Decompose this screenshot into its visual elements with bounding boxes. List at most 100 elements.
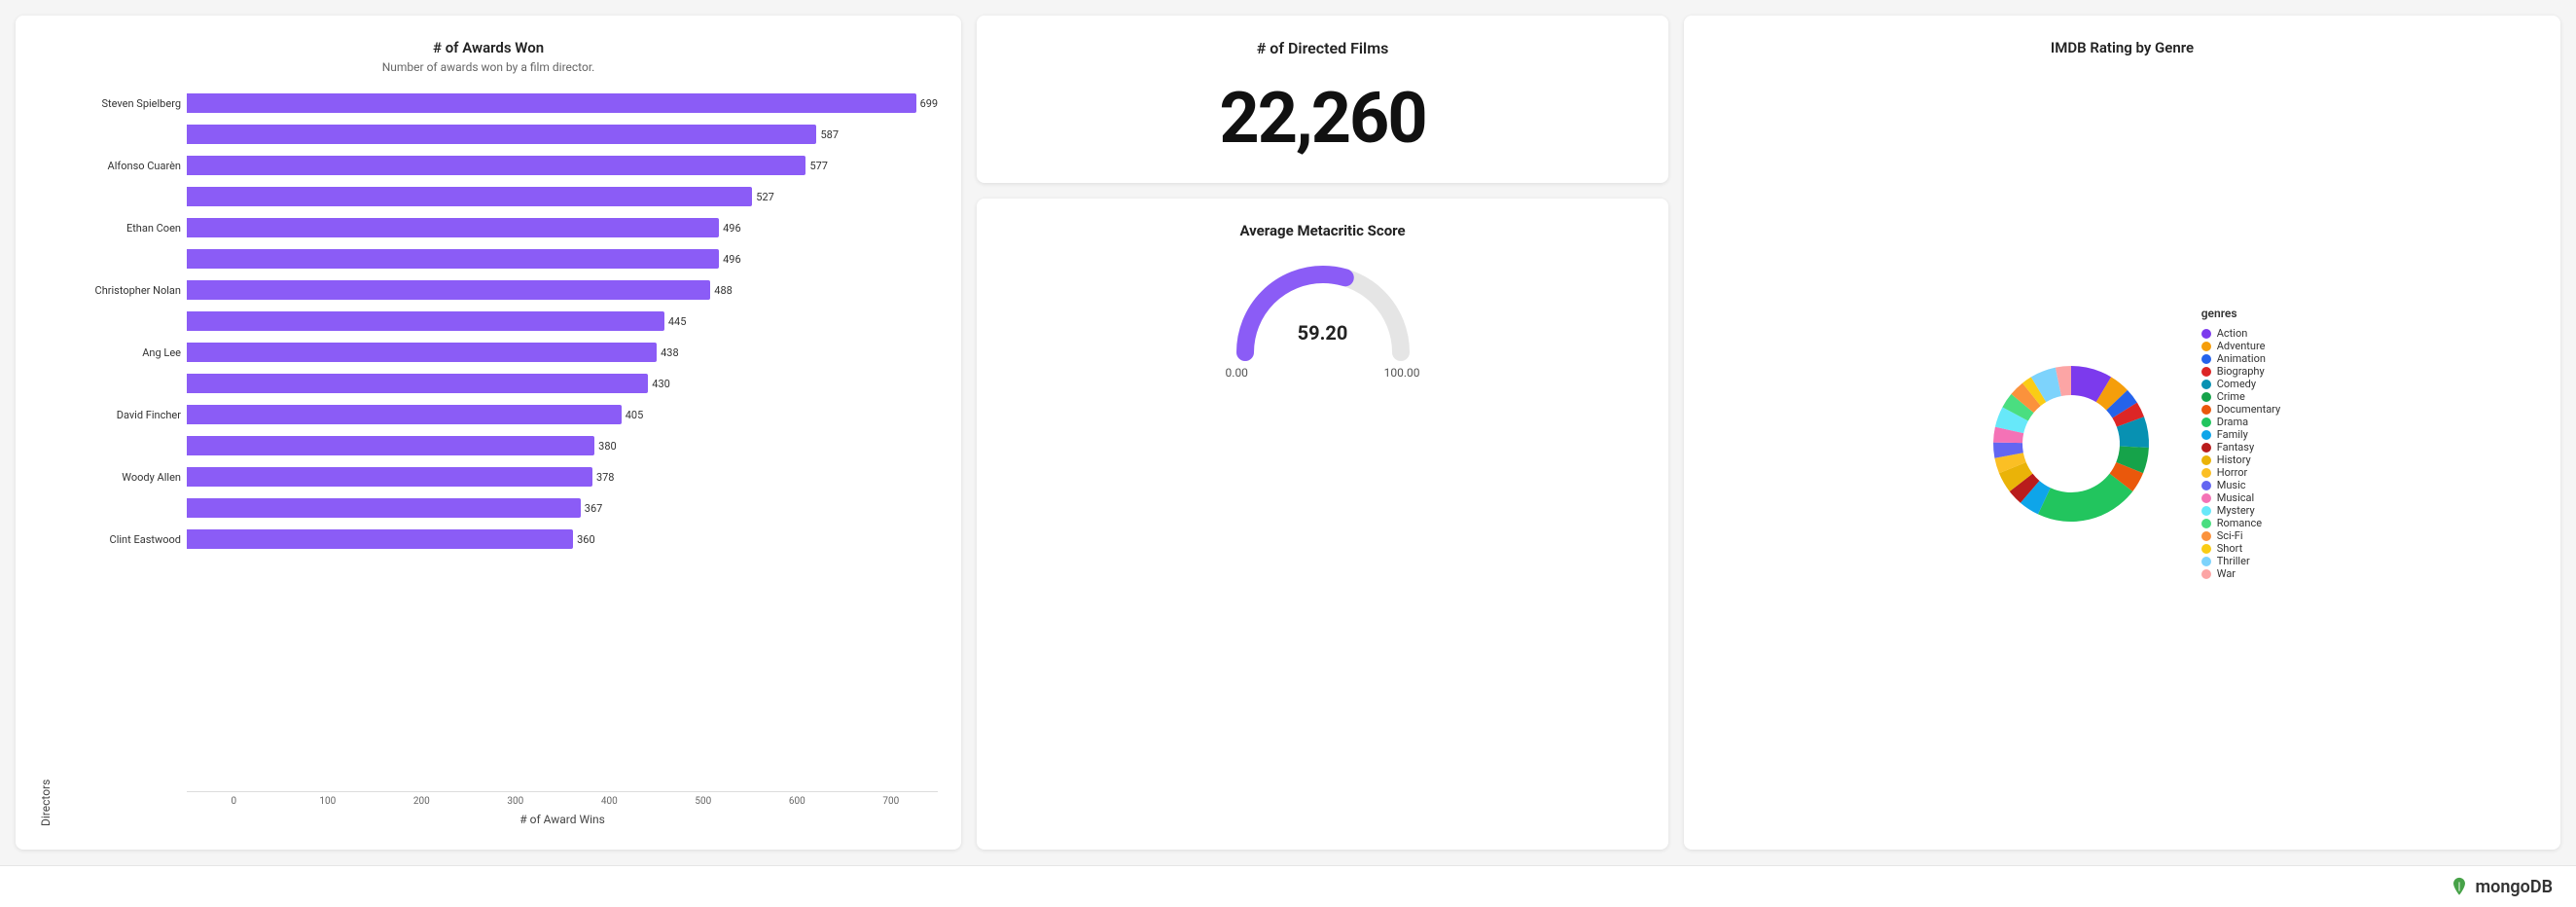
legend-item: Sci-Fi: [2201, 529, 2280, 542]
bar-track: 430: [187, 374, 938, 393]
bar-fill: [187, 280, 710, 300]
legend-dot: [2201, 392, 2211, 402]
bar-row: Clint Eastwood360: [60, 526, 938, 553]
bar-value: 587: [820, 128, 839, 141]
bar-label: Clint Eastwood: [60, 533, 187, 546]
bar-track: 699: [187, 93, 938, 113]
bar-value: 367: [585, 502, 603, 515]
bar-value: 496: [723, 222, 741, 235]
legend-dot: [2201, 557, 2211, 566]
mongodb-logo: mongoDB: [2449, 876, 2553, 897]
legend-item: Musical: [2201, 491, 2280, 504]
bar-row: 380: [60, 432, 938, 459]
bar-fill: [187, 125, 816, 144]
mongodb-leaf-icon: [2449, 876, 2470, 897]
legend-dot: [2201, 468, 2211, 478]
legend-label: Biography: [2217, 365, 2265, 378]
legend-item: History: [2201, 454, 2280, 466]
legend-item: Action: [2201, 327, 2280, 340]
legend-label: Mystery: [2217, 504, 2255, 517]
legend-label: Action: [2217, 327, 2248, 340]
bar-chart-card: # of Awards Won Number of awards won by …: [16, 16, 961, 850]
bar-row: 527: [60, 183, 938, 210]
legend-dot: [2201, 417, 2211, 427]
gauge-min: 0.00: [1226, 366, 1248, 380]
legend-dot: [2201, 569, 2211, 579]
bar-track: 496: [187, 249, 938, 269]
legend-label: Documentary: [2217, 403, 2280, 416]
legend-item: Horror: [2201, 466, 2280, 479]
bar-row: Ethan Coen 496: [60, 214, 938, 241]
donut-legend: genres ActionAdventureAnimationBiography…: [2201, 307, 2280, 580]
donut-segment: [2038, 473, 2132, 521]
legend-label: Drama: [2217, 416, 2248, 428]
legend-label: Adventure: [2217, 340, 2266, 352]
mongodb-brand-text: mongoDB: [2476, 877, 2553, 897]
legend-dot: [2201, 367, 2211, 377]
bar-track: 445: [187, 311, 938, 331]
x-tick: 500: [657, 796, 751, 807]
bar-value: 496: [723, 253, 741, 266]
bar-track: 367: [187, 498, 938, 518]
directed-films-title: # of Directed Films: [1257, 39, 1389, 57]
bar-label: Steven Spielberg: [60, 97, 187, 110]
legend-dot: [2201, 519, 2211, 528]
bar-value: 699: [920, 97, 939, 110]
bar-fill: [187, 156, 805, 175]
bar-label: Ethan Coen: [60, 222, 187, 235]
legend-item: Biography: [2201, 365, 2280, 378]
legend-label: Thriller: [2217, 555, 2250, 567]
bar-label: David Fincher: [60, 409, 187, 421]
legend-item: Crime: [2201, 390, 2280, 403]
y-axis-label: Directors: [39, 90, 53, 826]
bar-chart-title: # of Awards Won: [39, 39, 938, 56]
bar-fill: [187, 498, 581, 518]
bar-track: 360: [187, 529, 938, 549]
gauge-container: 59.20: [1226, 255, 1420, 362]
donut-chart-title: IMDB Rating by Genre: [1707, 39, 2537, 56]
bar-row: Alfonso Cuarèn577: [60, 152, 938, 179]
x-tick: 400: [562, 796, 657, 807]
x-axis-label: # of Award Wins: [187, 813, 938, 826]
legend-item: Short: [2201, 542, 2280, 555]
legend-item: Fantasy: [2201, 441, 2280, 454]
legend-label: Animation: [2217, 352, 2266, 365]
legend-dot: [2201, 455, 2211, 465]
legend-label: History: [2217, 454, 2251, 466]
bar-track: 438: [187, 343, 938, 362]
bar-chart-subtitle: Number of awards won by a film director.: [39, 60, 938, 74]
bar-value: 378: [596, 471, 615, 484]
bar-row: Steven Spielberg 699: [60, 90, 938, 117]
bars-area: Steven Spielberg699587Alfonso Cuarèn5775…: [60, 90, 938, 791]
legend-dot: [2201, 354, 2211, 364]
legend-label: Comedy: [2217, 378, 2256, 390]
bar-row: 496: [60, 245, 938, 272]
directed-films-value: 22,260: [1219, 77, 1425, 160]
bar-row: 430: [60, 370, 938, 397]
bar-row: David Fincher 405: [60, 401, 938, 428]
bar-fill: [187, 187, 752, 206]
legend-label: Crime: [2217, 390, 2245, 403]
gauge-svg: [1226, 255, 1420, 362]
legend-dot: [2201, 481, 2211, 490]
bar-fill: [187, 436, 594, 455]
x-tick: 0: [187, 796, 281, 807]
bar-value: 527: [756, 191, 774, 203]
x-tick: 600: [750, 796, 844, 807]
bar-value: 577: [809, 160, 828, 172]
bar-fill: [187, 311, 664, 331]
middle-column: # of Directed Films 22,260 Average Metac…: [977, 16, 1668, 850]
legend-label: Horror: [2217, 466, 2247, 479]
legend-label: Musical: [2217, 491, 2254, 504]
bar-value: 488: [714, 284, 733, 297]
legend-label: Short: [2217, 542, 2242, 555]
directed-films-card: # of Directed Films 22,260: [977, 16, 1668, 183]
bar-value: 405: [626, 409, 644, 421]
bar-value: 430: [652, 378, 670, 390]
legend-item: Drama: [2201, 416, 2280, 428]
legend-item: War: [2201, 567, 2280, 580]
bar-fill: [187, 467, 592, 487]
bar-label: Woody Allen: [60, 471, 187, 484]
legend-dot: [2201, 506, 2211, 516]
donut-area: genres ActionAdventureAnimationBiography…: [1707, 60, 2537, 826]
